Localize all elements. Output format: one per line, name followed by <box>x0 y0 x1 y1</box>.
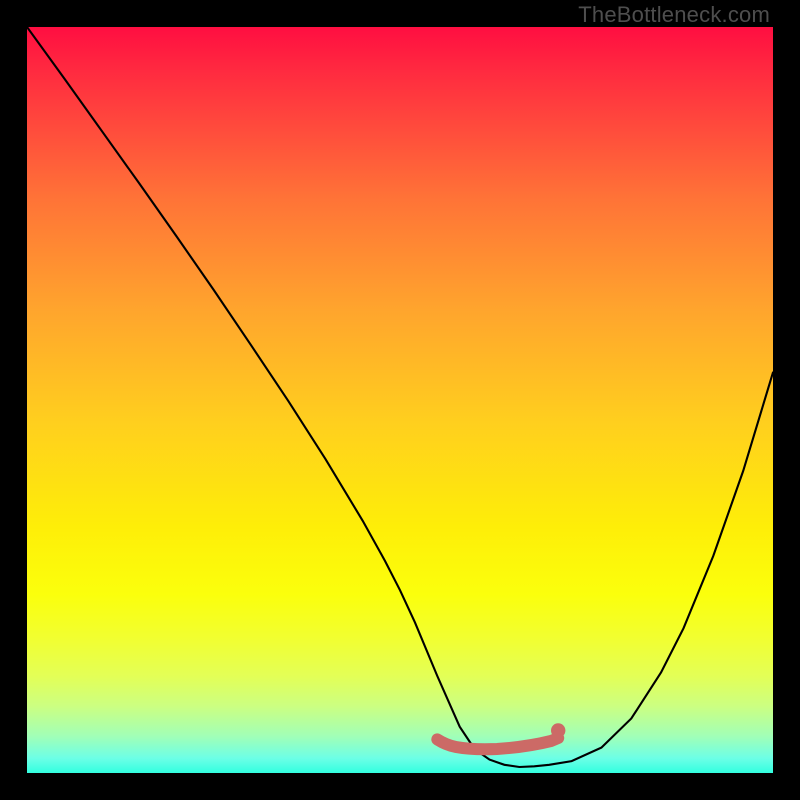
attribution-label: TheBottleneck.com <box>578 2 770 28</box>
chart-frame: TheBottleneck.com <box>0 0 800 800</box>
flat-marker-end-dot <box>551 723 565 737</box>
bottleneck-curve <box>27 27 773 767</box>
plot-area <box>27 27 773 773</box>
curve-layer <box>27 27 773 773</box>
flat-marker <box>437 738 558 749</box>
